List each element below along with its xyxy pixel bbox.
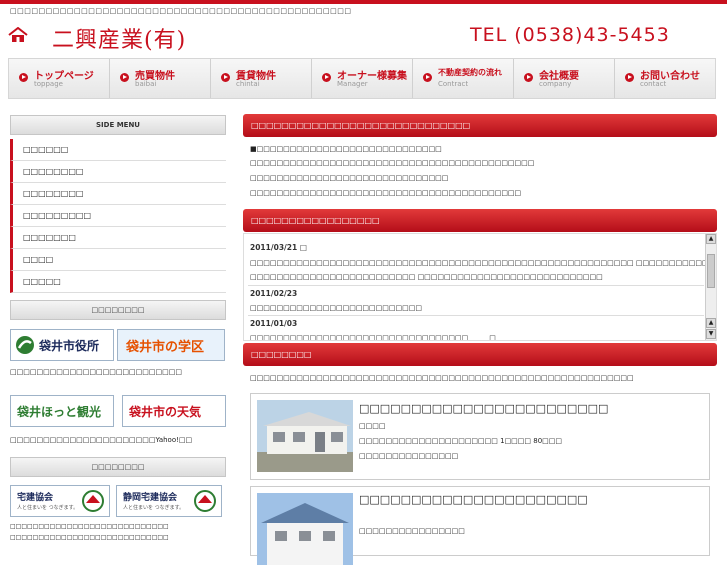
sidebar: SIDE MENU □□□□□□ □□□□□□□□ □□□□□□□□ □□□□□… bbox=[10, 115, 226, 541]
news-date: 2011/03/21 □ bbox=[250, 243, 307, 252]
property-card[interactable]: □□□□□□□□□□□□□□□□□□□□□□ □□□□□□□□□□□□□□□□ bbox=[250, 486, 710, 565]
nav-sublabel: Manager bbox=[337, 80, 368, 88]
banner-label: 袋井市の学区 bbox=[126, 340, 205, 355]
association-description: □□□□□□□□□□□□□□□□□□□□□□□□□□□□ bbox=[10, 534, 169, 541]
nav-item-contract[interactable]: 不動産契約の流れ Contract bbox=[413, 59, 514, 98]
property-heading: □□□□□□□□ bbox=[243, 343, 717, 366]
property-description: □□□□□□□□□□□□□□□□□□□□□□□□□□□□□□□□□□□□□□□□… bbox=[250, 374, 634, 382]
nav-sublabel: toppage bbox=[34, 80, 63, 88]
top-accent-bar bbox=[0, 0, 727, 4]
nav-sublabel: Contract bbox=[438, 80, 469, 88]
nav-sublabel: company bbox=[539, 80, 572, 88]
sidebar-item[interactable]: □□□□□□□□ bbox=[10, 183, 226, 205]
association-description: □□□□□□□□□□□□□□□□□□□□□□□□□□□□ bbox=[10, 523, 169, 530]
news-heading: □□□□□□□□□□□□□□□□□ bbox=[243, 209, 717, 232]
scroll-down-icon[interactable]: ▼ bbox=[706, 329, 716, 339]
news-date: 2011/02/23 bbox=[250, 289, 298, 298]
arrow-circle-icon bbox=[322, 73, 331, 82]
property-title[interactable]: □□□□□□□□□□□□□□□□□□□□□□□□ bbox=[359, 402, 608, 415]
sidebar-item[interactable]: □□□□□□□ bbox=[10, 227, 226, 249]
intro-line: □□□□□□□□□□□□□□□□□□□□□□□□□□□□□□□□□□□□□□□□… bbox=[250, 159, 535, 167]
scroll-thumb[interactable] bbox=[707, 254, 715, 288]
intro-line: □□□□□□□□□□□□□□□□□□□□□□□□□□□□□□□□□□□□□□□□… bbox=[250, 189, 522, 197]
news-text: □□□□□□□□□□□□□□□□□□□□□□□□□□ bbox=[250, 304, 422, 312]
association-section-title: □□□□□□□□ bbox=[10, 457, 226, 477]
nav-item-contact[interactable]: お問い合わせ contact bbox=[615, 59, 715, 98]
arrow-circle-icon bbox=[524, 73, 533, 82]
nav-sublabel: baibai bbox=[135, 80, 157, 88]
sidebar-item[interactable]: □□□□□□ bbox=[10, 139, 226, 161]
global-nav: トップページ toppage 売買物件 baibai 賃貸物件 chintai オーナ… bbox=[8, 58, 716, 99]
banner-label: 袋井市役所 bbox=[39, 339, 100, 353]
city-logo-icon bbox=[16, 336, 34, 354]
news-text: □□□□□□□□□□□□□□□□□□□□□□□□□ □□□□□□□□□□□□□□… bbox=[250, 273, 603, 281]
news-text: □□□□□□□□□□□□□□□□□□□□□□□□□□□□□□□□□□□□□□□□… bbox=[250, 259, 716, 267]
intro-line: □□□□□□□□□□□□□□□□□□□□□□□□□□□□□□ bbox=[250, 174, 449, 182]
site-tagline: □□□□□□□□□□□□□□□□□□□□□□□□□□□□□□□□□□□□□□□□… bbox=[10, 7, 352, 15]
nav-item-baibai[interactable]: 売買物件 baibai bbox=[110, 59, 211, 98]
property-title[interactable]: □□□□□□□□□□□□□□□□□□□□□□ bbox=[359, 493, 588, 506]
banner-label: 袋井市の天気 bbox=[129, 405, 202, 419]
city-hall-banner[interactable]: 袋井市役所 bbox=[10, 329, 114, 361]
news-text: □□□□□□□□□□□□□□□□□□□□□□□□□□□□□□□□□ □ bbox=[250, 334, 496, 341]
sidebar-item[interactable]: □□□□ bbox=[10, 249, 226, 271]
nav-sublabel: contact bbox=[640, 80, 667, 88]
property-photo[interactable] bbox=[257, 400, 353, 472]
nav-sublabel: chintai bbox=[236, 80, 260, 88]
sidebar-item[interactable]: □□□□□□□□ bbox=[10, 161, 226, 183]
property-detail: □□□□□□□□□□□□□□□ bbox=[359, 452, 459, 460]
nav-label: 不動産契約の流れ bbox=[438, 68, 502, 77]
nav-item-company[interactable]: 会社概要 company bbox=[514, 59, 615, 98]
news-scrollbar[interactable]: ▲ ▲ ▼ bbox=[705, 234, 716, 340]
banner-sublabel: 人と住まいを つなぎます。 bbox=[123, 505, 185, 511]
banner-label: 袋井ほっと観光 bbox=[17, 405, 102, 419]
scroll-up-icon[interactable]: ▲ bbox=[706, 318, 716, 328]
nav-item-chintai[interactable]: 賃貸物件 chintai bbox=[211, 59, 312, 98]
property-photo[interactable] bbox=[257, 493, 353, 565]
news-date: 2011/01/03 bbox=[250, 319, 298, 328]
home-icon[interactable] bbox=[8, 27, 28, 43]
nav-item-toppage[interactable]: トップページ toppage bbox=[9, 59, 110, 98]
news-list[interactable]: 2011/03/21 □ □□□□□□□□□□□□□□□□□□□□□□□□□□□… bbox=[243, 233, 717, 341]
phone-number: TEL (0538)43-5453 bbox=[470, 24, 670, 46]
scroll-up-icon[interactable]: ▲ bbox=[706, 234, 716, 244]
property-detail: □□□□□□□□□□□□□□□□ bbox=[359, 527, 465, 535]
intro-heading: □□□□□□□□□□□□□□□□□□□□□□□□□□□□□ bbox=[243, 114, 717, 137]
news-divider bbox=[248, 315, 704, 316]
arrow-circle-icon bbox=[120, 73, 129, 82]
takken-banner[interactable]: 宅建協会 人と住まいを つなぎます。 bbox=[10, 485, 110, 517]
arrow-circle-icon bbox=[19, 73, 28, 82]
links-section-title: □□□□□□□□ bbox=[10, 300, 226, 320]
sidebar-item[interactable]: □□□□□□□□□ bbox=[10, 205, 226, 227]
weather-banner[interactable]: 袋井市の天気 bbox=[122, 395, 226, 427]
arrow-circle-icon bbox=[625, 73, 634, 82]
side-menu-title: SIDE MENU bbox=[10, 115, 226, 135]
takken-logo-icon bbox=[82, 490, 104, 512]
shizuoka-takken-banner[interactable]: 静岡宅建協会 人と住まいを つなぎます。 bbox=[116, 485, 222, 517]
arrow-circle-icon bbox=[423, 73, 432, 82]
school-district-banner[interactable]: 袋井市の学区 bbox=[117, 329, 225, 361]
intro-line: ■□□□□□□□□□□□□□□□□□□□□□□□□□□□□ bbox=[250, 145, 442, 153]
links-description: □□□□□□□□□□□□□□□□□□□□□□Yahoo!□□ bbox=[10, 436, 193, 444]
company-name: 二興産業(有) bbox=[52, 28, 187, 53]
takken-logo-icon bbox=[194, 490, 216, 512]
arrow-circle-icon bbox=[221, 73, 230, 82]
banner-sublabel: 人と住まいを つなぎます。 bbox=[17, 505, 79, 511]
news-divider bbox=[248, 285, 704, 286]
banner-label: 静岡宅建協会 bbox=[123, 493, 178, 503]
property-type: □□□□ bbox=[359, 422, 386, 430]
property-card[interactable]: □□□□□□□□□□□□□□□□□□□□□□□□ □□□□ □□□□□□□□□□… bbox=[250, 393, 710, 480]
property-detail: □□□□□□□□□□□□□□□□□□□□□ 1□□□□ 80□□□ bbox=[359, 437, 562, 445]
nav-item-owner[interactable]: オーナー様募集 Manager bbox=[312, 59, 413, 98]
tourism-banner[interactable]: 袋井ほっと観光 bbox=[10, 395, 114, 427]
links-description: □□□□□□□□□□□□□□□□□□□□□□□□□□ bbox=[10, 368, 182, 376]
sidebar-item[interactable]: □□□□□ bbox=[10, 271, 226, 293]
banner-label: 宅建協会 bbox=[17, 493, 54, 503]
